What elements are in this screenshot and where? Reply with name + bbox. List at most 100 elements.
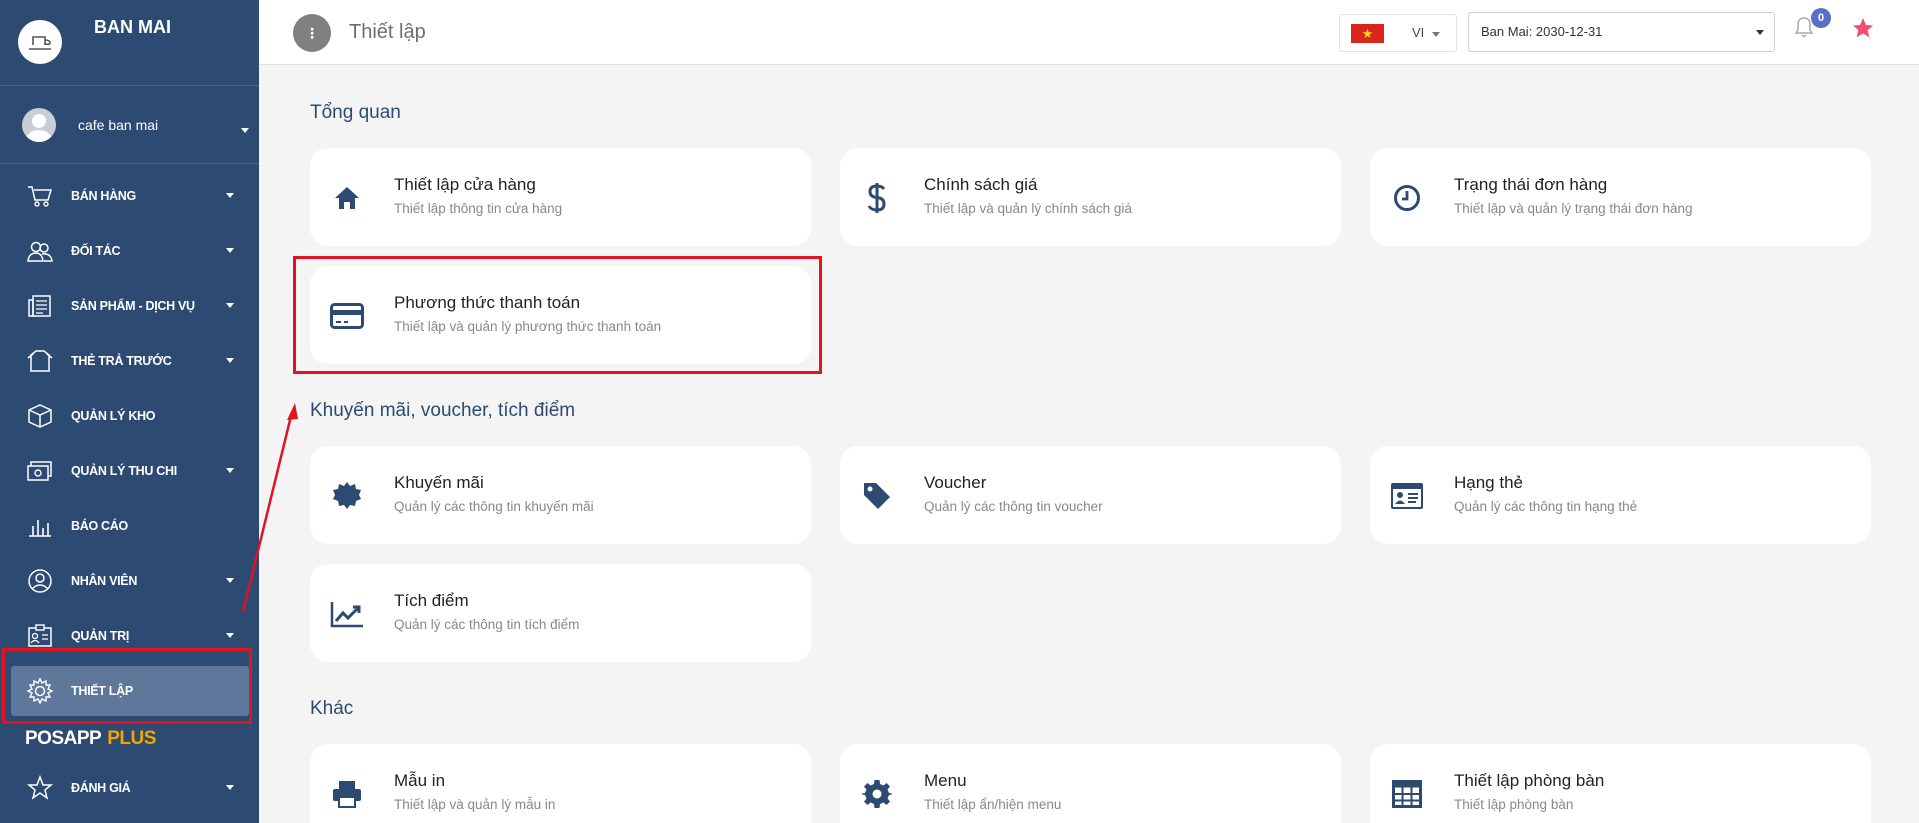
employee-icon <box>26 567 54 595</box>
section-title-other: Khác <box>310 698 354 719</box>
sidebar-item-bao-cao[interactable]: BÁO CÁO <box>0 498 259 553</box>
card-title: Thiết lập phòng bàn <box>1454 771 1605 790</box>
card-title: Chính sách giá <box>924 175 1038 194</box>
card-description: Quản lý các thông tin khuyến mãi <box>394 499 594 514</box>
card-title: Hạng thẻ <box>1454 473 1523 492</box>
admin-icon <box>26 622 54 650</box>
dollar-icon <box>860 181 894 215</box>
report-chart-icon <box>26 512 54 540</box>
sidebar-item-quan-ly-thu-chi[interactable]: QUẢN LÝ THU CHI <box>0 443 259 498</box>
cog-icon <box>860 777 894 811</box>
chevron-down-icon <box>226 785 234 790</box>
sidebar-item-doi-tac[interactable]: ĐỐI TÁC <box>0 223 259 278</box>
section-title-promo: Khuyến mãi, voucher, tích điểm <box>310 400 576 421</box>
card-room-table-settings[interactable]: Thiết lập phòng bàn Thiết lập phòng bàn <box>1370 744 1871 823</box>
clock-icon <box>1390 181 1424 215</box>
store-select-value: Ban Mai: 2030-12-31 <box>1481 24 1603 39</box>
chevron-down-icon <box>226 248 234 253</box>
card-description: Quản lý các thông tin hạng thẻ <box>1454 499 1638 514</box>
user-name: cafe ban mai <box>78 116 159 133</box>
card-description: Quản lý các thông tin tích điểm <box>394 617 580 632</box>
chevron-down-icon <box>1432 32 1440 37</box>
highlight-annotation <box>2 648 252 724</box>
store-select[interactable]: Ban Mai: 2030-12-31 <box>1468 12 1775 52</box>
sidebar-item-label: QUẢN TRỊ <box>71 628 130 643</box>
card-title: Trạng thái đơn hàng <box>1454 175 1608 194</box>
language-selector[interactable]: ★ VI <box>1339 14 1457 52</box>
chevron-down-icon <box>226 303 234 308</box>
card-order-status[interactable]: Trạng thái đơn hàng Thiết lập và quản lý… <box>1370 148 1871 246</box>
chevron-down-icon <box>241 128 249 133</box>
card-title: Mẫu in <box>394 771 446 790</box>
prepaid-card-icon <box>26 347 54 375</box>
chevron-down-icon <box>226 193 234 198</box>
card-description: Thiết lập phòng bàn <box>1454 797 1574 812</box>
card-menu[interactable]: Menu Thiết lập ẩn/hiện menu <box>840 744 1341 823</box>
tag-icon <box>860 479 894 513</box>
chevron-down-icon <box>226 468 234 473</box>
card-description: Thiết lập và quản lý chính sách giá <box>924 201 1132 216</box>
card-title: Thiết lập cửa hàng <box>394 175 536 194</box>
brand-logo[interactable] <box>18 20 62 64</box>
more-vertical-icon: ⋮ <box>305 25 319 41</box>
sidebar-item-san-pham[interactable]: SẢN PHẨM - DỊCH VỤ <box>0 278 259 333</box>
sidebar-item-label: THẺ TRẢ TRƯỚC <box>71 353 172 368</box>
posapp-name: POSAPP <box>25 728 102 749</box>
page-title: Thiết lập <box>349 21 426 43</box>
cash-icon <box>26 457 54 485</box>
more-options-button[interactable]: ⋮ <box>293 14 331 52</box>
card-member-tier[interactable]: Hạng thẻ Quản lý các thông tin hạng thẻ <box>1370 446 1871 544</box>
card-title: Voucher <box>924 473 987 492</box>
brand-name: BAN MAI <box>94 17 171 37</box>
sidebar-item-the-tra-truoc[interactable]: THẺ TRẢ TRƯỚC <box>0 333 259 388</box>
notification-badge: 0 <box>1811 8 1831 28</box>
card-promotion[interactable]: Khuyến mãi Quản lý các thông tin khuyến … <box>310 446 811 544</box>
sidebar-item-label: ĐỐI TÁC <box>71 243 121 258</box>
language-code: VI <box>1412 25 1425 40</box>
vietnam-flag-icon: ★ <box>1351 24 1384 43</box>
card-title: Menu <box>924 771 967 790</box>
sidebar-item-nhan-vien[interactable]: NHÂN VIÊN <box>0 553 259 608</box>
table-grid-icon <box>1390 777 1424 811</box>
posapp-plus: PLUS <box>107 728 156 749</box>
star-icon <box>26 774 54 802</box>
chevron-down-icon <box>226 578 234 583</box>
products-icon <box>26 292 54 320</box>
partners-icon <box>26 237 54 265</box>
sidebar-item-label: QUẢN LÝ THU CHI <box>71 463 177 478</box>
card-description: Thiết lập ẩn/hiện menu <box>924 797 1062 812</box>
chevron-down-icon <box>226 633 234 638</box>
annotation-arrow <box>241 403 298 613</box>
user-profile[interactable]: cafe ban mai <box>0 86 259 164</box>
card-description: Thiết lập và quản lý trạng thái đơn hàng <box>1454 201 1693 216</box>
chevron-down-icon <box>1756 30 1764 35</box>
sidebar-item-label: ĐÁNH GIÁ <box>71 780 131 795</box>
sidebar-item-quan-ly-kho[interactable]: QUẢN LÝ KHO <box>0 388 259 443</box>
card-store-settings[interactable]: Thiết lập cửa hàng Thiết lập thông tin c… <box>310 148 811 246</box>
card-voucher[interactable]: Voucher Quản lý các thông tin voucher <box>840 446 1341 544</box>
sidebar-item-label: BÁO CÁO <box>71 518 128 533</box>
card-description: Quản lý các thông tin voucher <box>924 499 1103 514</box>
card-price-policy[interactable]: Chính sách giá Thiết lập và quản lý chín… <box>840 148 1341 246</box>
sidebar-menu: BÁN HÀNG ĐỐI TÁC SẢN PHẨM - DỊCH VỤ THẺ … <box>0 164 259 716</box>
highlight-annotation <box>293 256 822 374</box>
sidebar-item-ban-hang[interactable]: BÁN HÀNG <box>0 168 259 223</box>
section-title-overview: Tổng quan <box>310 102 401 123</box>
card-title: Khuyến mãi <box>394 473 484 492</box>
brand: BAN MAI <box>0 0 259 86</box>
card-print-templates[interactable]: Mẫu in Thiết lập và quản lý mẫu in <box>310 744 811 823</box>
sidebar-item-danh-gia[interactable]: ĐÁNH GIÁ <box>0 760 259 815</box>
favorite-star-icon[interactable] <box>1852 17 1874 44</box>
card-loyalty-points[interactable]: Tích điểm Quản lý các thông tin tích điể… <box>310 564 811 662</box>
card-description: Thiết lập và quản lý mẫu in <box>394 797 556 812</box>
sidebar-item-label: NHÂN VIÊN <box>71 573 138 588</box>
avatar <box>22 107 56 142</box>
trend-chart-icon <box>330 597 364 631</box>
home-icon <box>330 181 364 215</box>
warehouse-box-icon <box>26 402 54 430</box>
id-card-icon <box>1390 479 1424 513</box>
card-description: Thiết lập thông tin cửa hàng <box>394 201 563 216</box>
posapp-plus-logo: POSAPP PLUS <box>25 728 156 750</box>
card-title: Tích điểm <box>394 591 469 610</box>
sidebar-item-label: BÁN HÀNG <box>71 188 136 203</box>
